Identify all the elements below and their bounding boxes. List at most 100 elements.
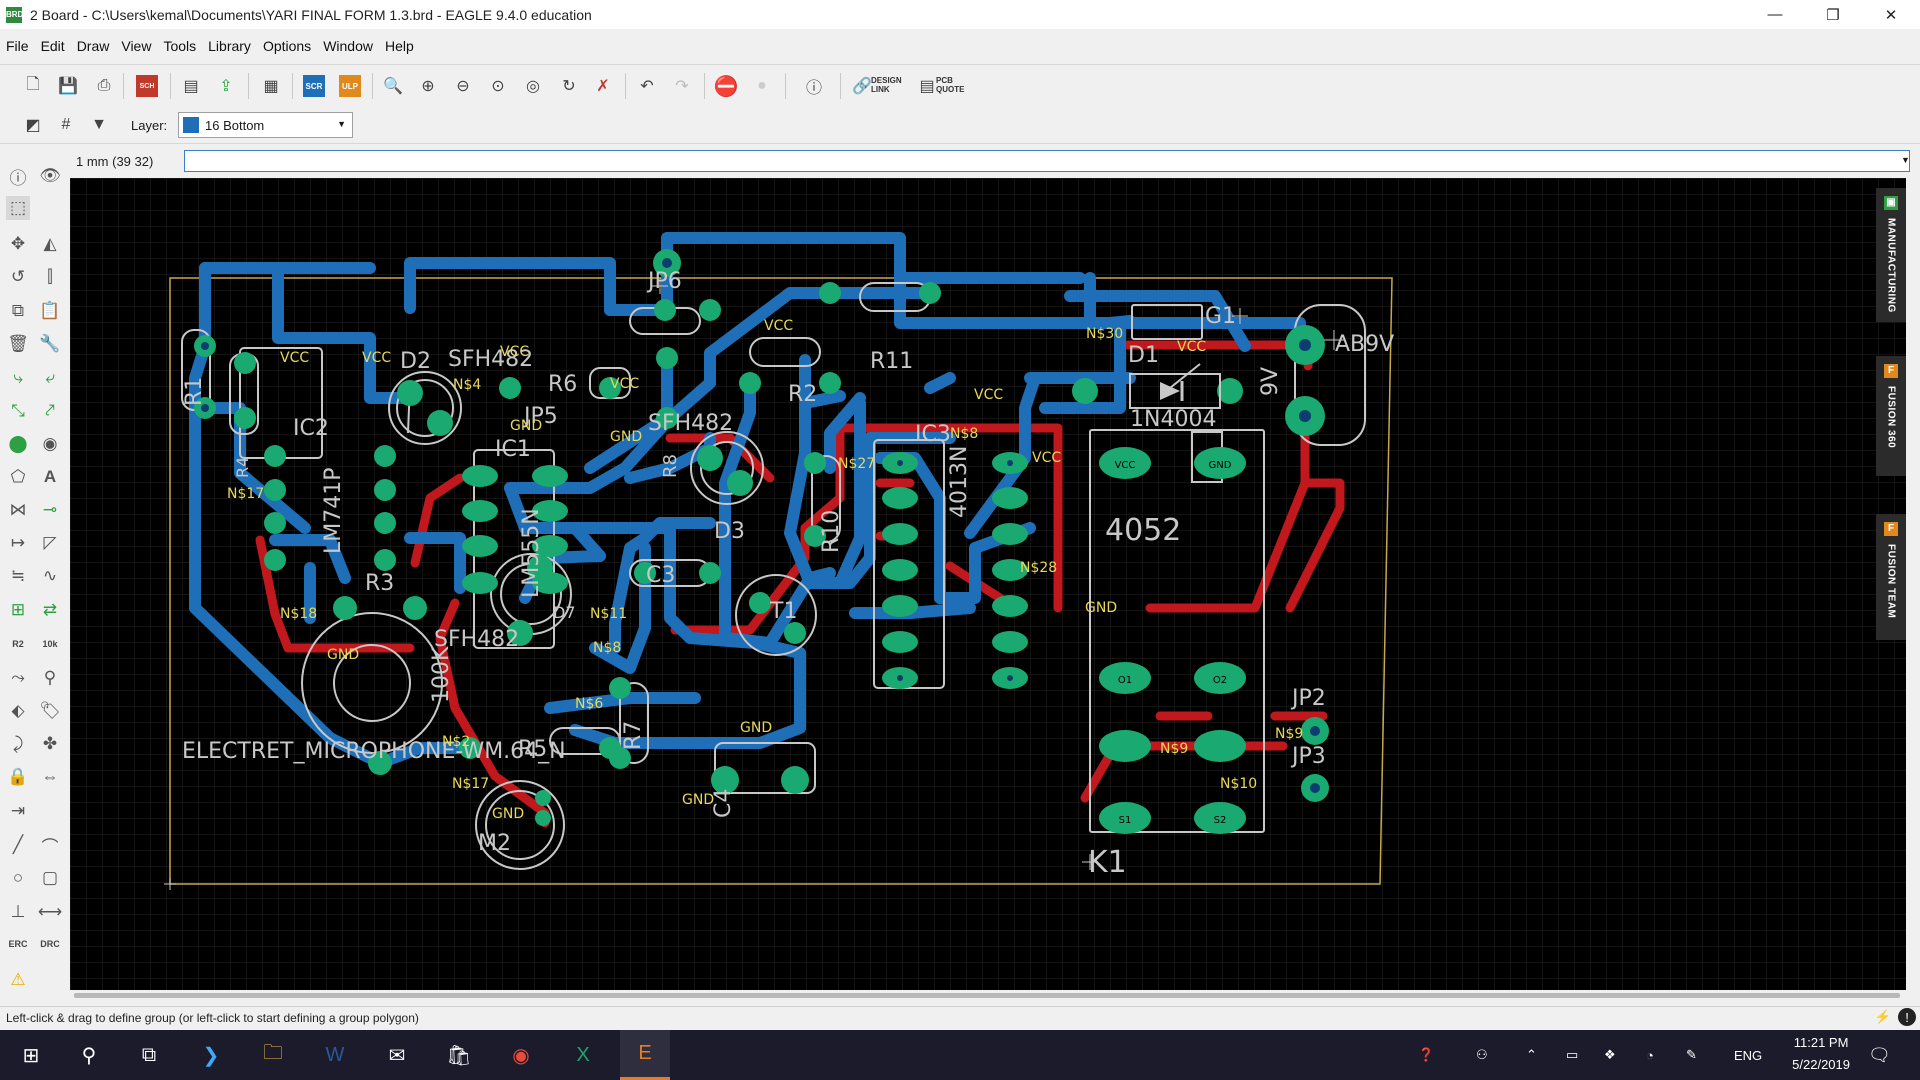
tab-fusion-team[interactable]: F FUSION TEAM [1876,514,1906,640]
hole-icon[interactable]: ◉ [38,432,62,456]
mail-app[interactable]: ✉ [372,1030,422,1080]
start-button[interactable]: ⊞ [6,1030,56,1080]
cam-icon[interactable]: ▤ [180,75,202,97]
lightning-icon[interactable]: ⚡ [1874,1008,1892,1026]
horizontal-scrollbar[interactable] [70,991,1906,1001]
search-button[interactable]: ⚲ [64,1030,114,1080]
value-tool-button[interactable]: 10k [38,632,62,656]
menu-tools[interactable]: Tools [157,38,202,54]
split-icon[interactable]: ↦ [6,531,30,555]
save-icon[interactable]: 💾 [57,75,79,97]
name-tool-button[interactable]: R2 [6,632,30,656]
menu-library[interactable]: Library [202,38,257,54]
chrome-app[interactable]: ◉ [496,1030,546,1080]
copy-icon[interactable]: ⧉ [6,299,30,323]
ulp-icon[interactable]: ULP [339,75,361,97]
scrollbar-thumb[interactable] [74,993,1900,998]
maximize-button[interactable]: ❐ [1804,0,1862,29]
excel-app[interactable]: X [558,1030,608,1080]
store-app[interactable]: 🛍 [434,1030,484,1080]
lock-icon[interactable]: 🔒 [6,765,30,789]
pcb-quote-button[interactable]: PCB QUOTE [936,76,964,94]
rotate-icon[interactable]: ↺ [6,265,30,289]
optimize-icon[interactable]: ≒ [6,564,30,588]
close-button[interactable]: ✕ [1862,0,1920,29]
eagle-app[interactable]: E [620,1030,670,1080]
menu-window[interactable]: Window [317,38,379,54]
schematic-icon[interactable]: SCH [136,75,158,97]
miter-icon[interactable]: ◸ [38,531,62,555]
menu-file[interactable]: File [0,38,35,54]
dropbox-icon[interactable]: ❖ [1604,1030,1616,1080]
polygon-icon[interactable]: ⬠ [6,465,30,489]
change-icon[interactable]: 🔧 [38,332,62,356]
meander-icon[interactable]: ⤤ [38,399,62,423]
dimension-icon[interactable]: ✤ [38,732,62,756]
layer-swap-icon[interactable]: ⇔ [38,765,62,789]
signal-icon[interactable]: ⊸ [38,498,62,522]
word-app[interactable]: W [310,1030,360,1080]
ratsnest-tool-icon[interactable]: ⋈ [6,498,30,522]
info-icon[interactable]: ⓘ [6,164,30,188]
clock[interactable]: 11:21 PM 5/22/2019 [1792,1032,1850,1076]
measure-icon[interactable]: ⟷ [38,900,62,924]
alert-icon[interactable]: ! [1898,1008,1916,1026]
design-link-button[interactable]: DESIGN LINK [871,76,902,94]
ratsnest-icon[interactable]: ✗ [592,75,614,97]
lock-part-icon[interactable]: ⚲ [38,666,62,690]
menu-draw[interactable]: Draw [71,38,116,54]
command-history-icon[interactable]: ▼ [1901,155,1910,165]
route-icon[interactable]: ⤷ [6,366,30,390]
print-icon[interactable]: ⎙ [93,75,115,97]
script-icon[interactable]: SCR [303,75,325,97]
command-input[interactable] [184,150,1910,172]
erc-button[interactable]: ERC [6,932,30,956]
route-multi-icon[interactable]: ⤡ [6,399,30,423]
minimize-button[interactable]: — [1746,0,1804,29]
tab-fusion-360[interactable]: F FUSION 360 [1876,356,1906,476]
rectangle-icon[interactable]: ▢ [38,866,62,890]
group-icon[interactable]: ⬚ [6,196,30,220]
filter-icon[interactable]: ▼ [88,114,110,136]
visual-studio-app[interactable]: ❯ [186,1030,236,1080]
menu-help[interactable]: Help [379,38,420,54]
help-icon[interactable]: ⓘ [803,75,825,97]
grid-icon[interactable]: # [55,114,77,136]
zoom-fit-icon[interactable]: 🔍 [382,75,404,97]
wire-icon[interactable]: ⤸ [6,732,30,756]
zoom-out-icon[interactable]: ⊖ [452,75,474,97]
layer-select[interactable]: 16 Bottom ▼ [178,112,353,138]
menu-options[interactable]: Options [257,38,317,54]
wifi-icon[interactable]: ◔ [1646,1030,1654,1080]
chevron-up-icon[interactable]: ⌃ [1526,1030,1537,1080]
drc-button[interactable]: DRC [38,932,62,956]
ripup-icon[interactable]: ⤶ [38,366,62,390]
mirror-icon[interactable]: ◭ [38,232,62,256]
add-part-icon[interactable]: ⊞ [6,598,30,622]
smash-icon[interactable]: ⤳ [6,666,30,690]
zoom-last-icon[interactable]: ◎ [522,75,544,97]
help-tray-icon[interactable]: ❓ [1418,1030,1434,1080]
text-icon[interactable]: A [38,465,62,489]
menu-edit[interactable]: Edit [35,38,71,54]
circle-icon[interactable]: ○ [6,866,30,890]
go-icon[interactable]: ● [751,75,773,97]
library-icon[interactable]: ▦ [260,75,282,97]
zoom-in-icon[interactable]: ⊕ [417,75,439,97]
notification-icon[interactable]: 🗨 [1868,1030,1891,1080]
file-explorer-app[interactable]: 🗀 [248,1030,298,1080]
show-icon[interactable]: 👁 [38,164,62,188]
slice-icon[interactable]: ∿ [38,564,62,588]
warning-icon[interactable]: ⚠ [6,968,30,992]
spacer-icon[interactable]: ⇥ [6,799,30,823]
line-icon[interactable]: ╱ [6,833,30,857]
battery-icon[interactable]: ▭ [1566,1030,1578,1080]
arc-icon[interactable]: ⌒ [38,833,62,857]
mark-icon[interactable]: ⊥ [6,900,30,924]
layer-tool-icon[interactable]: ⬖ [6,699,30,723]
export-icon[interactable]: ⇪ [215,75,237,97]
attribute-icon[interactable]: 🏷 [38,699,62,723]
move-icon[interactable]: ✥ [6,232,30,256]
layers-icon[interactable]: ◩ [22,114,44,136]
new-file-icon[interactable]: 🗋 [22,75,44,97]
